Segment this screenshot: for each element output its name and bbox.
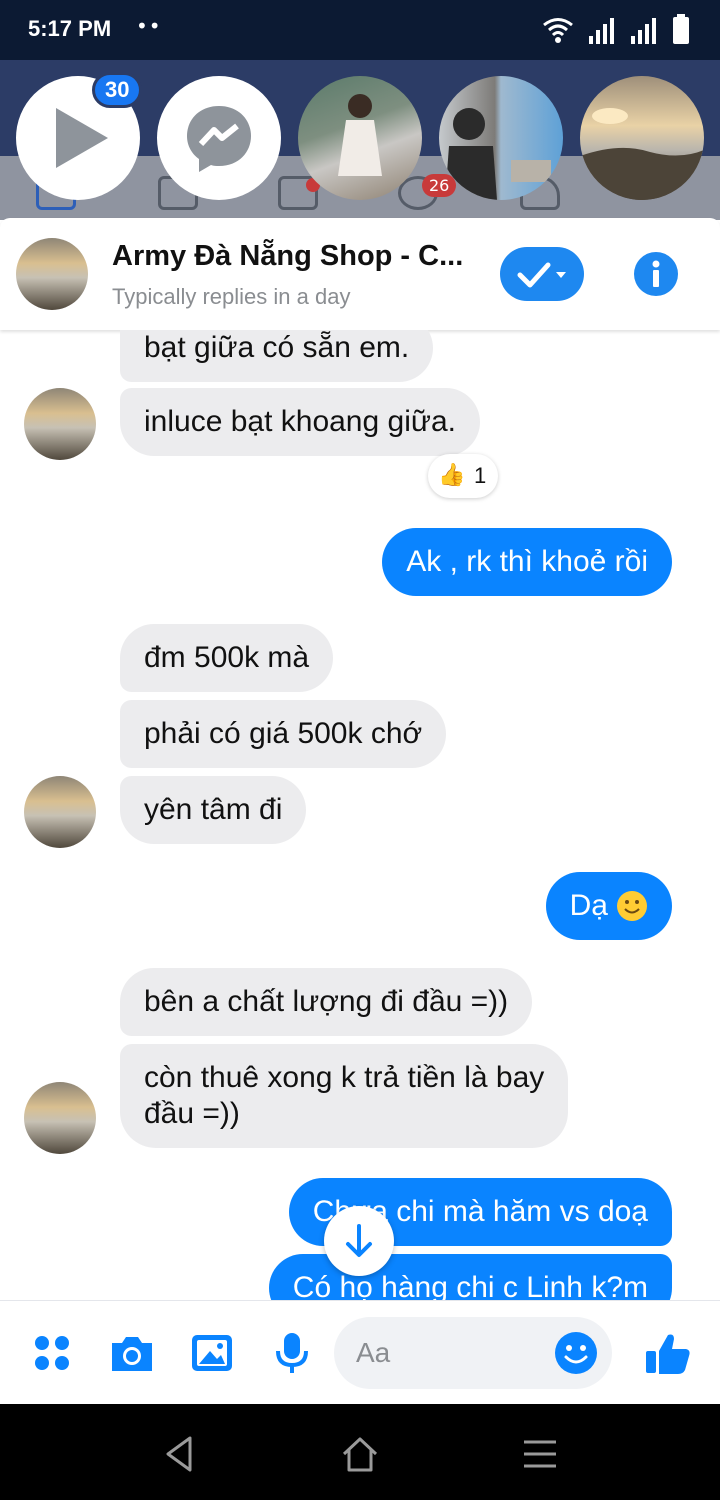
contact-chat-head-2[interactable]: [439, 76, 563, 200]
more-options-icon[interactable]: [28, 1329, 76, 1377]
message-incoming[interactable]: inluce bạt khoang giữa.: [120, 388, 480, 456]
message-outgoing[interactable]: Dạ: [545, 872, 672, 940]
contact-chat-head-1[interactable]: [298, 76, 422, 200]
notification-dots: ••: [136, 14, 162, 38]
messenger-icon: [187, 106, 251, 172]
info-button[interactable]: [634, 252, 678, 296]
message-input[interactable]: [356, 1335, 556, 1371]
message-input-container[interactable]: [334, 1317, 612, 1389]
contact-chat-head-3[interactable]: [580, 76, 704, 200]
wifi-icon: [543, 18, 573, 43]
sender-avatar[interactable]: [24, 776, 96, 848]
message-incoming[interactable]: phải có giá 500k chớ: [120, 700, 447, 768]
sender-avatar[interactable]: [24, 388, 96, 460]
conversation-header: Army Đà Nẵng Shop - C... Typically repli…: [0, 218, 720, 330]
person-photo-2: [445, 108, 551, 200]
message-incoming[interactable]: yên tâm đi: [120, 776, 307, 844]
checkmark-dropdown-icon: [517, 262, 566, 288]
smile-emoji-icon: [617, 891, 647, 921]
thumbs-up-icon[interactable]: [644, 1329, 692, 1377]
messenger-chat-head[interactable]: [157, 76, 281, 200]
reaction-count: 1: [474, 463, 487, 488]
thumbs-up-reaction-icon: 👍: [438, 462, 466, 487]
microphone-icon[interactable]: [268, 1329, 316, 1377]
message-incoming[interactable]: đm 500k mà: [120, 624, 334, 692]
gallery-icon[interactable]: [188, 1329, 236, 1377]
battery-icon: [673, 14, 689, 44]
scroll-to-bottom-button[interactable]: [324, 1206, 394, 1276]
arrow-down-icon: [346, 1224, 372, 1257]
message-incoming-multiline[interactable]: còn thuê xong k trả tiền là bay đầu =)): [120, 1044, 569, 1148]
video-count-badge: 30: [92, 72, 143, 108]
message-list[interactable]: bạt giữa có sẵn em. inluce bạt khoang gi…: [0, 330, 720, 1300]
camera-icon[interactable]: [108, 1329, 156, 1377]
signal-icon: [589, 18, 614, 44]
mark-done-button[interactable]: [500, 247, 584, 301]
signal-icon-2: [631, 18, 656, 44]
emoji-icon[interactable]: [554, 1331, 598, 1375]
person-photo: [338, 94, 382, 176]
system-navigation-bar: [0, 1404, 720, 1500]
response-time: Typically replies in a day: [112, 284, 351, 309]
info-icon: [652, 260, 660, 287]
sender-avatar[interactable]: [24, 1082, 96, 1154]
back-icon[interactable]: [158, 1432, 202, 1476]
notification-count-badge: 26: [422, 174, 457, 197]
contact-name[interactable]: Army Đà Nẵng Shop - C...: [112, 240, 463, 273]
status-icons: [542, 14, 690, 44]
sunset-photo: [580, 108, 704, 200]
message-text: Dạ: [569, 889, 608, 922]
home-icon[interactable]: [338, 1432, 382, 1476]
message-incoming[interactable]: bạt giữa có sẵn em.: [120, 330, 434, 382]
reaction-badge[interactable]: 👍 1: [428, 454, 498, 498]
message-outgoing[interactable]: Ak , rk thì khoẻ rồi: [382, 528, 672, 596]
message-composer: [0, 1300, 720, 1404]
status-bar: 5:17 PM ••: [0, 0, 720, 60]
contact-avatar[interactable]: [16, 238, 88, 310]
status-time: 5:17 PM: [28, 16, 112, 41]
message-line-1: còn thuê xong k trả tiền là bay: [144, 1061, 545, 1094]
message-incoming[interactable]: bên a chất lượng đi đầu =)): [120, 968, 533, 1036]
message-line-2: đầu =)): [144, 1097, 240, 1130]
recent-apps-icon[interactable]: [518, 1432, 562, 1476]
